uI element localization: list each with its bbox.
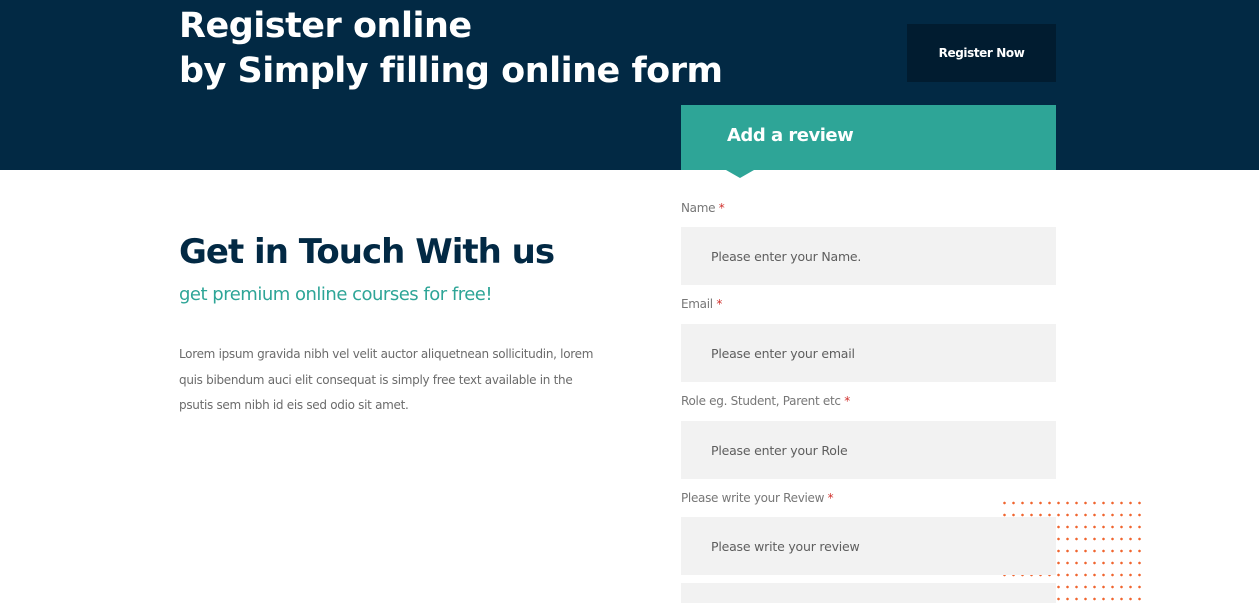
name-label: Name * (681, 201, 725, 215)
required-marker: * (718, 201, 725, 215)
role-input[interactable] (681, 421, 1056, 479)
review-input[interactable] (681, 517, 1056, 575)
email-input[interactable] (681, 324, 1056, 382)
contact-description: Lorem ipsum gravida nibh vel velit aucto… (179, 347, 594, 412)
hero-banner: Register online by Simply filling online… (0, 0, 1259, 170)
banner-title: Register online by Simply filling online… (179, 4, 723, 94)
banner-title-line-2: by Simply filling online form (179, 51, 723, 91)
required-marker: * (827, 491, 834, 505)
name-input[interactable] (681, 227, 1056, 285)
add-review-header: Add a review (681, 105, 1056, 170)
contact-subtitle: get premium online courses for free! (179, 284, 493, 305)
role-label-text: Role eg. Student, Parent etc (681, 394, 841, 408)
review-label: Please write your Review * (681, 491, 834, 505)
name-label-text: Name (681, 201, 716, 215)
email-label-text: Email (681, 297, 713, 311)
email-label: Email * (681, 297, 722, 311)
contact-title: Get in Touch With us (179, 232, 555, 272)
add-review-title: Add a review (727, 125, 854, 146)
review-label-text: Please write your Review (681, 491, 825, 505)
next-form-field[interactable] (681, 583, 1056, 603)
register-now-button[interactable]: Register Now (907, 24, 1056, 82)
review-header-pointer (726, 170, 754, 178)
role-label: Role eg. Student, Parent etc * (681, 394, 850, 408)
required-marker: * (844, 394, 850, 408)
banner-title-line-1: Register online (179, 6, 472, 46)
required-marker: * (716, 297, 723, 311)
